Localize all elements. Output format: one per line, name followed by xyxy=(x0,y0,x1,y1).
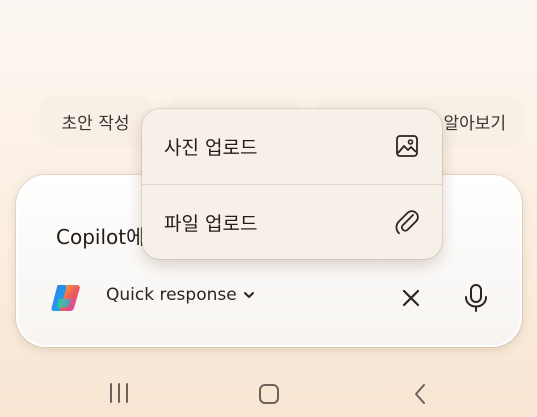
menu-item-label: 파일 업로드 xyxy=(164,212,258,235)
response-mode-dropdown[interactable]: Quick response xyxy=(106,285,255,305)
home-icon[interactable] xyxy=(257,382,281,406)
menu-item-upload-photo[interactable]: 사진 업로드 xyxy=(142,109,442,183)
microphone-icon[interactable] xyxy=(462,282,490,314)
suggestion-chip-draft[interactable]: 초안 작성 xyxy=(39,95,152,147)
image-icon xyxy=(396,135,418,157)
menu-item-label: 사진 업로드 xyxy=(164,136,258,159)
paperclip-icon xyxy=(395,210,419,235)
copilot-logo-icon xyxy=(51,285,80,311)
close-icon[interactable] xyxy=(398,285,424,311)
menu-item-upload-file[interactable]: 파일 업로드 xyxy=(142,185,442,259)
response-mode-label: Quick response xyxy=(106,285,237,305)
system-nav-bar xyxy=(0,370,537,417)
upload-menu: 사진 업로드 파일 업로드 xyxy=(142,109,442,259)
suggestion-chip-label: 초안 작성 xyxy=(61,113,130,134)
suggestion-chip-label: 알아보기 xyxy=(443,113,506,134)
chevron-down-icon xyxy=(243,292,254,298)
recents-icon[interactable] xyxy=(107,382,131,404)
back-icon[interactable] xyxy=(412,382,428,406)
